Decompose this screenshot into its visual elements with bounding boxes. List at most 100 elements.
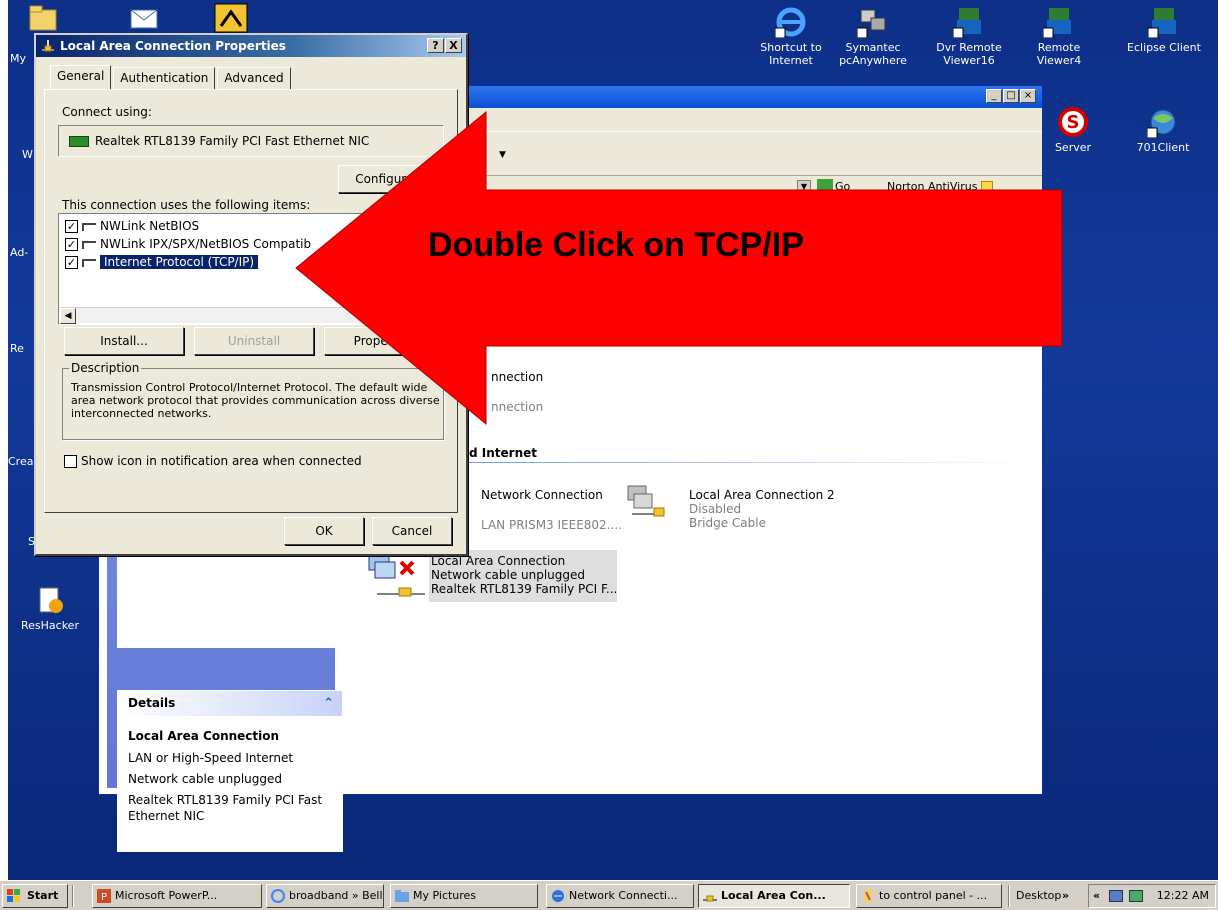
clock[interactable]: 12:22 AM	[1157, 885, 1209, 907]
connection-partial-1[interactable]: nnection	[491, 370, 543, 384]
desktop-icon-label: ResHacker	[21, 619, 79, 632]
uninstall-button: Uninstall	[194, 327, 314, 355]
address-dropdown-button[interactable]: ▼	[797, 180, 811, 194]
network-computers-icon	[627, 485, 665, 517]
desktop-toolbar-label[interactable]: Desktop	[1016, 884, 1061, 908]
list-item-nwlink-ipx[interactable]: ✓ NWLink IPX/SPX/NetBIOS Compatib	[65, 236, 311, 252]
close-button[interactable]: ×	[1020, 89, 1036, 103]
connection-device: Bridge Cable	[689, 516, 766, 530]
show-icon-option[interactable]: Show icon in notification area when conn…	[64, 454, 362, 468]
connection-name: Local Area Connection	[431, 554, 566, 568]
toolbar-expand-icon[interactable]: »	[1062, 884, 1069, 908]
tray-expand-icon[interactable]: «	[1093, 885, 1100, 907]
screen: My W Ad- Re Crea S ResHacker Shortcut to…	[0, 0, 1218, 910]
connection-device: Realtek RTL8139 Family PCI F...	[431, 582, 618, 596]
desktop-label-fragment: Crea	[8, 455, 34, 468]
taskbar-label: to control panel - ...	[879, 889, 988, 902]
adapter-field: Realtek RTL8139 Family PCI Fast Ethernet…	[58, 125, 444, 157]
desktop-icon-label: Shortcut to Internet	[760, 41, 822, 67]
desktop-icon-my-documents[interactable]	[28, 4, 68, 34]
document-icon	[864, 890, 872, 902]
details-header[interactable]: Details ⌃	[118, 691, 342, 716]
cancel-button[interactable]: Cancel	[372, 517, 452, 545]
tray-network-icon[interactable]	[1109, 890, 1123, 902]
connection-lac2[interactable]: Local Area Connection 2 Disabled Bridge …	[689, 488, 835, 530]
tab-advanced[interactable]: Advanced	[217, 67, 291, 89]
list-item-tcpip[interactable]: ✓ Internet Protocol (TCP/IP)	[65, 254, 260, 270]
server-icon: S	[1057, 106, 1089, 138]
checkbox-checked[interactable]: ✓	[65, 256, 78, 269]
details-type: LAN or High-Speed Internet	[128, 751, 294, 765]
scroll-left-icon[interactable]: ◀	[60, 308, 76, 324]
dialog-tabs: General Authentication Advanced	[50, 65, 293, 89]
taskbar-button-broadband[interactable]: broadband » Bell...	[266, 884, 384, 908]
ok-button[interactable]: OK	[284, 517, 364, 545]
checkbox-checked[interactable]: ✓	[65, 238, 78, 251]
taskbar-button-local-area-connection[interactable]: Local Area Con...	[698, 884, 850, 908]
details-header-label: Details	[128, 696, 176, 710]
taskbar-button-control-panel[interactable]: to control panel - ...	[856, 884, 1002, 908]
tray-volume-icon[interactable]	[1129, 890, 1143, 902]
desktop-icon-server[interactable]: S Server	[1035, 106, 1111, 154]
desktop-icon-label: Dvr Remote Viewer16	[936, 41, 1002, 67]
taskbar-button-my-pictures[interactable]: My Pictures	[390, 884, 538, 908]
client-icon	[1146, 106, 1179, 139]
desktop-label-fragment: W	[22, 148, 33, 161]
desktop-icon-2[interactable]	[128, 2, 168, 32]
install-button[interactable]: Install...	[64, 327, 184, 355]
items-label: This connection uses the following items…	[62, 198, 311, 212]
connection-icon-lac[interactable]	[367, 550, 425, 597]
list-item-label: Internet Protocol (TCP/IP)	[98, 254, 260, 270]
remote-viewer-icon	[1042, 6, 1075, 39]
connection-icon-lac2[interactable]	[624, 484, 668, 528]
tab-authentication[interactable]: Authentication	[113, 67, 216, 89]
toolbar-dropdown-icon[interactable]: ▼	[499, 150, 506, 160]
network-connection-icon	[703, 895, 717, 902]
description-group: Description Transmission Control Protoco…	[62, 361, 444, 440]
dialog-titlebar[interactable]: Local Area Connection Properties ? X	[36, 35, 466, 57]
desktop-label-fragment: Re	[10, 342, 24, 355]
desktop-icon-701client[interactable]: 701Client	[1125, 106, 1201, 154]
norton-antivirus-button[interactable]: Norton AntiVirus	[887, 180, 994, 193]
desktop-icon-reshacker[interactable]: ResHacker	[12, 584, 88, 632]
desktop-icon-eclipse-client[interactable]: Eclipse Client	[1126, 6, 1202, 54]
desktop-icon-remote-viewer[interactable]: Remote Viewer4	[1021, 6, 1097, 67]
group-divider	[469, 462, 1029, 463]
checkbox-unchecked[interactable]	[64, 455, 77, 468]
minimize-button[interactable]: _	[986, 89, 1002, 103]
protocol-icon	[82, 258, 96, 267]
properties-button[interactable]: Properties	[324, 327, 444, 355]
desktop-icon-shortcut-internet[interactable]: Shortcut to Internet	[753, 6, 829, 67]
taskbar-button-network-connections[interactable]: Network Connecti...	[546, 884, 694, 908]
connection-wireless[interactable]: Network Connection LAN PRISM3 IEEE802...…	[481, 488, 622, 532]
local-area-connection-properties-dialog: Local Area Connection Properties ? X Gen…	[34, 33, 468, 556]
help-button[interactable]: ?	[427, 38, 444, 53]
folder-icon	[395, 890, 409, 902]
components-list[interactable]: ✓ NWLink NetBIOS ✓ NWLink IPX/SPX/NetBIOS …	[58, 213, 444, 325]
taskbar-label: My Pictures	[413, 889, 477, 902]
go-button[interactable]: Go	[817, 179, 850, 195]
tab-general[interactable]: General	[50, 65, 112, 89]
protocol-icon	[82, 222, 96, 231]
checkbox-checked[interactable]: ✓	[65, 220, 78, 233]
desktop-icon-dvr-remote[interactable]: Dvr Remote Viewer16	[931, 6, 1007, 67]
windows-flag-icon	[7, 889, 20, 902]
connection-lac[interactable]: Local Area Connection Network cable unpl…	[431, 554, 617, 596]
desktop-icon-label: Eclipse Client	[1127, 41, 1201, 54]
taskbar-button-powerpoint[interactable]: P Microsoft PowerP...	[92, 884, 262, 908]
powerpoint-icon: P	[97, 889, 111, 903]
list-item-nwlink-netbios[interactable]: ✓ NWLink NetBIOS	[65, 218, 199, 234]
horizontal-scrollbar[interactable]: ◀	[60, 307, 443, 324]
taskbar-label: Network Connecti...	[569, 889, 678, 902]
configure-button[interactable]: Configure...	[338, 165, 442, 193]
go-arrow-icon	[817, 179, 833, 195]
start-button[interactable]: Start	[2, 884, 68, 908]
dialog-close-button[interactable]: X	[445, 38, 462, 53]
desktop-icon-pcanywhere[interactable]: Symantec pcAnywhere	[835, 6, 911, 67]
connection-partial-2[interactable]: nnection	[491, 400, 543, 414]
maximize-button[interactable]: □	[1003, 89, 1019, 103]
desktop-icon-3[interactable]	[213, 2, 253, 33]
protocol-icon	[82, 240, 96, 249]
collapse-chevron-icon[interactable]: ⌃	[323, 691, 334, 716]
desktop-icon-label: 701Client	[1136, 141, 1190, 154]
